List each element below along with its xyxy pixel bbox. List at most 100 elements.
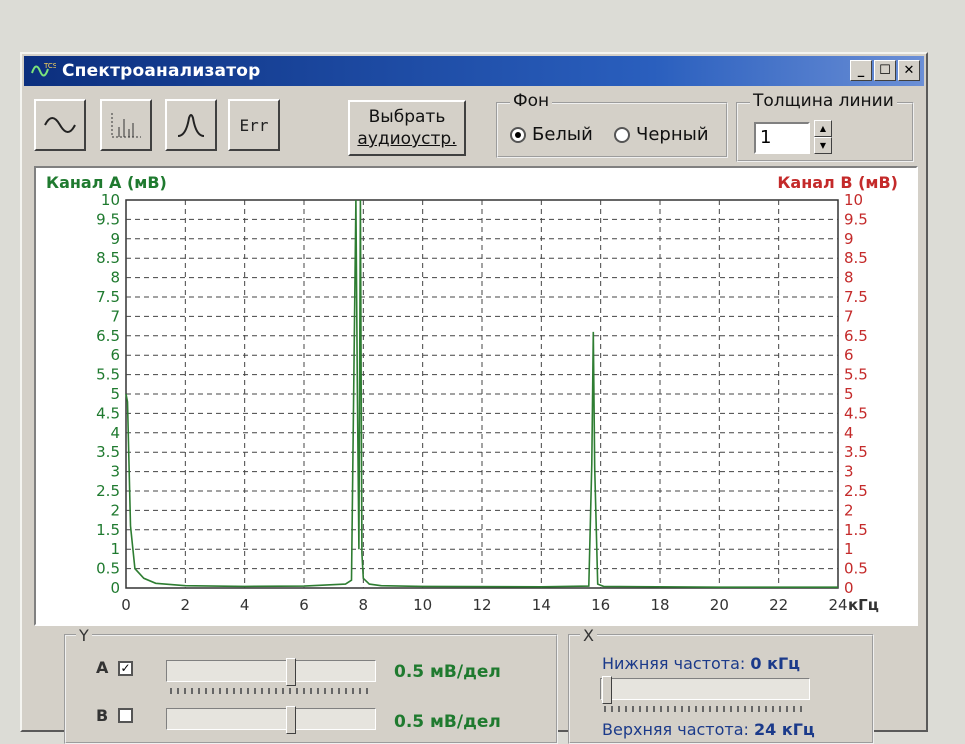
y-tick-label-right: 4.5 xyxy=(844,404,868,422)
y-tick-label-right: 7.5 xyxy=(844,288,868,306)
channel-b-scale: 0.5 мВ/дел xyxy=(394,712,501,732)
y-tick-label-left: 4 xyxy=(110,424,120,442)
low-frequency-slider-track[interactable] xyxy=(600,678,810,700)
low-frequency-readout: Нижняя частота: 0 кГц xyxy=(602,654,800,673)
select-device-line1: Выбрать xyxy=(368,107,446,127)
channel-b-checkbox[interactable] xyxy=(118,708,133,723)
low-frequency-slider-ticks xyxy=(604,706,804,712)
line-width-input[interactable]: 1 xyxy=(754,122,810,154)
y-tick-label-right: 5 xyxy=(844,385,854,403)
y-tick-label-left: 6 xyxy=(110,346,120,364)
channel-b-slider-thumb[interactable] xyxy=(286,706,296,734)
y-tick-label-left: 3.5 xyxy=(96,443,120,461)
y-tick-label-left: 9 xyxy=(110,230,120,248)
y-tick-label-right: 1.5 xyxy=(844,521,868,539)
y-tick-label-right: 3 xyxy=(844,463,854,481)
y-tick-label-left: 2.5 xyxy=(96,482,120,500)
y-tick-label-left: 9.5 xyxy=(96,210,120,228)
tcs-wave-icon: TCS xyxy=(31,62,56,77)
spin-down-icon[interactable]: ▼ xyxy=(814,137,832,154)
radio-black[interactable]: Черный xyxy=(614,124,709,145)
radio-black-label: Черный xyxy=(636,124,709,145)
channel-a-slider-thumb[interactable] xyxy=(286,658,296,686)
x-tick-label: 18 xyxy=(650,596,669,614)
y-tick-label-right: 2.5 xyxy=(844,482,868,500)
y-tick-label-right: 7 xyxy=(844,307,854,325)
spectrum-bars-button[interactable] xyxy=(100,99,152,151)
title-bar[interactable]: TCS Спектроанализатор _ ☐ ✕ xyxy=(24,56,924,86)
y-tick-label-left: 5 xyxy=(110,385,120,403)
background-legend: Фон xyxy=(510,91,553,111)
y-tick-label-right: 6 xyxy=(844,346,854,364)
channel-a-slider-track[interactable] xyxy=(166,660,376,682)
radio-white-dot xyxy=(510,126,526,143)
y-tick-label-right: 9.5 xyxy=(844,210,868,228)
peak-curve-button[interactable] xyxy=(165,99,217,151)
x-tick-label: 10 xyxy=(413,596,432,614)
channel-a-slider-ticks xyxy=(170,688,370,694)
x-tick-label: 4 xyxy=(240,596,250,614)
minimize-button[interactable]: _ xyxy=(850,60,872,81)
select-device-line2: аудиоустр. xyxy=(357,129,457,149)
y-tick-label-left: 6.5 xyxy=(96,327,120,345)
x-axis-label: кГц xyxy=(848,596,879,614)
y-tick-label-right: 6.5 xyxy=(844,327,868,345)
y-tick-label-right: 3.5 xyxy=(844,443,868,461)
y-tick-label-left: 4.5 xyxy=(96,404,120,422)
y-tick-label-left: 0.5 xyxy=(96,560,120,578)
y-tick-label-right: 10 xyxy=(844,191,863,209)
y-tick-label-left: 7.5 xyxy=(96,288,120,306)
radio-black-dot xyxy=(614,126,630,143)
select-audio-device-button[interactable]: Выбрать аудиоустр. xyxy=(348,100,466,156)
y-tick-label-right: 8.5 xyxy=(844,249,868,267)
low-frequency-value: 0 кГц xyxy=(750,654,801,673)
y-tick-label-left: 5.5 xyxy=(96,366,120,384)
x-tick-label: 6 xyxy=(299,596,309,614)
err-button[interactable]: Err xyxy=(228,99,280,151)
low-frequency-slider-thumb[interactable] xyxy=(602,676,612,704)
x-controls-group: X Нижняя частота: 0 кГц Верхняя частота:… xyxy=(568,626,874,744)
channel-a-scale: 0.5 мВ/дел xyxy=(394,662,501,682)
line-width-spinner[interactable]: ▲ ▼ xyxy=(814,120,832,156)
y-tick-label-left: 8.5 xyxy=(96,249,120,267)
y-tick-label-right: 0 xyxy=(844,579,854,597)
line-width-group: Толщина линии 1 ▲ ▼ xyxy=(736,91,914,162)
window-title: Спектроанализатор xyxy=(62,61,261,81)
x-tick-label: 24 xyxy=(828,596,847,614)
close-button[interactable]: ✕ xyxy=(898,60,920,81)
spectrum-chart: 0 2 4 6 8 10 12 14 16 18 20 22 2400.511.522.533.544.… xyxy=(46,173,898,614)
x-tick-label: 8 xyxy=(359,596,369,614)
y-tick-label-right: 9 xyxy=(844,230,854,248)
y-tick-label-right: 2 xyxy=(844,501,854,519)
x-tick-label: 20 xyxy=(710,596,729,614)
y-tick-label-left: 10 xyxy=(101,191,120,209)
x-tick-label: 14 xyxy=(532,596,551,614)
y-tick-label-right: 0.5 xyxy=(844,560,868,578)
y-tick-label-right: 4 xyxy=(844,424,854,442)
err-label: Err xyxy=(239,115,269,135)
x-tick-label: 12 xyxy=(472,596,491,614)
sine-wave-button[interactable] xyxy=(34,99,86,151)
channel-b-label: B xyxy=(96,706,109,725)
y-axis-label-right: Канал В (мВ) xyxy=(777,173,898,192)
channel-a-checkbox[interactable]: ✓ xyxy=(118,661,133,676)
x-tick-label: 2 xyxy=(181,596,191,614)
low-frequency-label: Нижняя частота: xyxy=(602,654,746,673)
y-tick-label-left: 3 xyxy=(110,463,120,481)
y-tick-label-right: 1 xyxy=(844,540,854,558)
y-tick-label-right: 8 xyxy=(844,269,854,287)
spin-up-icon[interactable]: ▲ xyxy=(814,120,832,137)
spectrum-bars-icon xyxy=(111,113,141,138)
channel-b-slider-track[interactable] xyxy=(166,708,376,730)
line-width-legend: Толщина линии xyxy=(750,91,897,111)
radio-white[interactable]: Белый xyxy=(510,124,593,145)
y-tick-label-left: 1 xyxy=(110,540,120,558)
y-group-legend: Y xyxy=(76,626,92,645)
channel-a-label: A xyxy=(96,658,109,677)
spectrum-plot[interactable]: 0 2 4 6 8 10 12 14 16 18 20 22 24 0 0.5 1 1.5 2 2.5 3 3.5 4 4.… xyxy=(34,166,918,626)
y-tick-label-left: 1.5 xyxy=(96,521,120,539)
x-tick-label: 16 xyxy=(591,596,610,614)
peak-curve-icon xyxy=(177,114,205,137)
maximize-button[interactable]: ☐ xyxy=(874,60,896,81)
x-tick-label: 22 xyxy=(769,596,788,614)
